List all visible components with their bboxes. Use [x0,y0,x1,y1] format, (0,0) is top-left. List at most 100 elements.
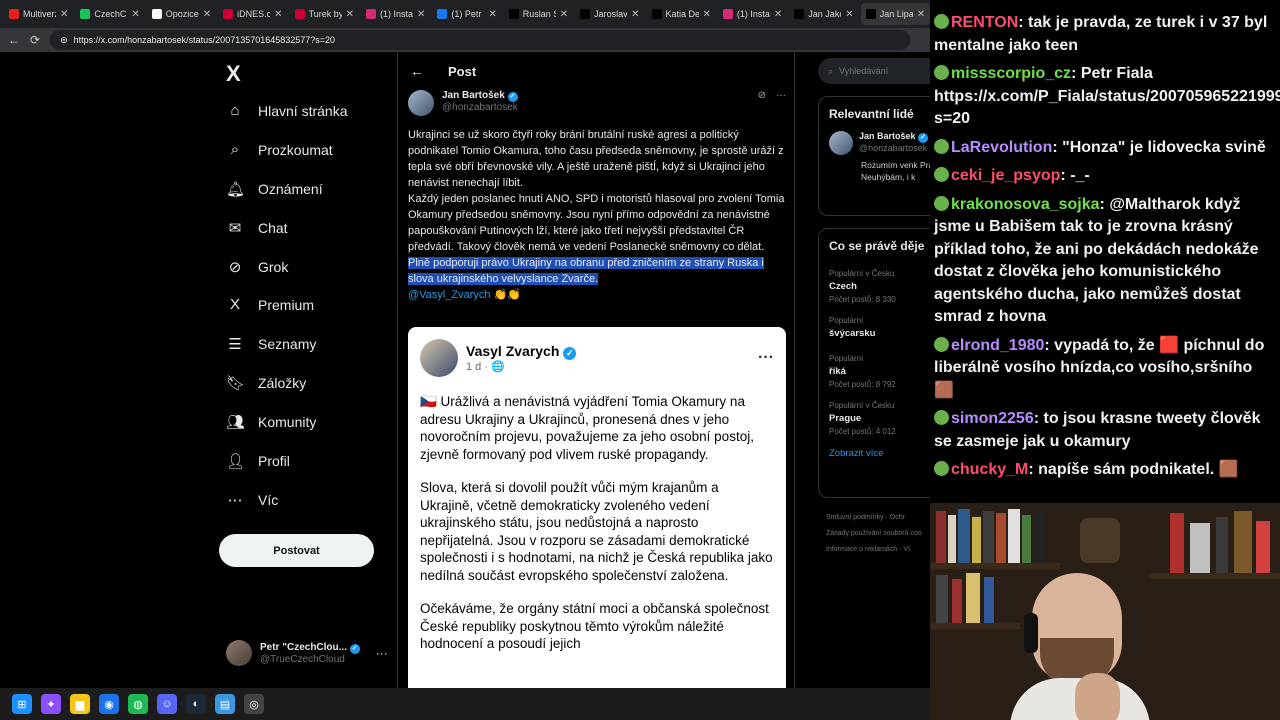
chat-message: missscorpio_cz: Petr Fiala https://x.com… [934,63,1280,131]
relevant-person-bio: Rozumím venk Pracuji pro lidi Neuhýbám, … [861,160,930,182]
trend-count: Počet postů: 8 792 [829,380,896,389]
nav-item-bookmark[interactable]: 🔖︎ Záložky [226,374,306,392]
relevant-person[interactable]: Jan Bartošek ✓ @honzabartosek [819,131,930,155]
footer-link[interactable]: Zásady používání souborů coo [826,530,922,537]
nav-item-more-circle[interactable]: ⋯ Víc [226,491,279,509]
trend-item[interactable]: Populární švýcarsku [819,310,930,348]
grok-icon[interactable]: ⊘ [758,90,766,101]
trend-item[interactable]: Populární říká Počet postů: 8 792 [819,348,930,395]
chat-text: -_- [1070,167,1090,184]
tab-favicon-icon [580,9,591,19]
tweet-author-name[interactable]: Jan Bartošek [442,90,505,101]
chat-username[interactable]: krakonosova_sojka [951,196,1100,213]
tab-close-icon[interactable]: ✕ [774,9,782,20]
nav-item-label: Chat [258,220,288,236]
back-arrow-icon[interactable]: ← [8,33,20,47]
reload-icon[interactable]: ⟳ [30,33,40,47]
tab-favicon-icon [651,9,662,19]
chat-username[interactable]: LaRevolution [951,139,1052,156]
browser-tab[interactable]: Katia Der ✕ [647,3,716,25]
chat-username[interactable]: elrond_1980 [951,337,1044,354]
nav-item-home[interactable]: ⌂ Hlavní stránka [226,102,347,119]
tweet-image-card[interactable]: Vasyl Zvarych ✓ 1 d · 🌐 ··· 🇨🇿 Urážlivá … [408,327,786,688]
steam-icon[interactable]: ◐ [186,694,206,714]
browser-tab[interactable]: (1) Insta ✕ [361,3,430,25]
tab-close-icon[interactable]: ✕ [60,9,68,20]
account-switcher[interactable]: Petr "CzechClou... ✓ @TrueCzechCloud ··· [226,640,388,666]
nav-item-bell[interactable]: 🔔︎ Oznámení [226,180,323,198]
browser-tab[interactable]: Opozice ✕ [147,3,216,25]
browser-tab[interactable]: Ruslan St ✕ [504,3,573,25]
footer-link[interactable]: Smluvní podmínky · Ochr [826,514,905,521]
chat-message: RENTON: tak je pravda, ze turek i v 37 b… [934,12,1276,57]
chat-colon: : [1052,138,1063,156]
browser-tab[interactable]: (1) Petr F ✕ [432,3,501,25]
x-logo-icon[interactable]: X [226,61,241,87]
chat-username[interactable]: ceki_je_psyop [951,167,1060,184]
tweet-mention-link[interactable]: @Vasyl_Zvarych 👏👏 [408,287,786,303]
file-explorer-icon[interactable]: ▆ [70,694,90,714]
trend-name: Prague [829,413,862,424]
tab-close-icon[interactable]: ✕ [560,9,568,20]
browser-tab[interactable]: CzechClo ✕ [75,3,144,25]
tab-close-icon[interactable]: ✕ [417,9,425,20]
chat-text: "Honza" je lidovecka svině [1062,138,1266,156]
nav-item-communities[interactable]: 👥︎ Komunity [226,413,316,431]
tab-close-icon[interactable]: ✕ [845,9,853,20]
tab-close-icon[interactable]: ✕ [131,9,139,20]
more-dots-icon[interactable]: ··· [776,90,786,101]
tab-close-icon[interactable]: ✕ [703,9,711,20]
grok-icon: ⊘ [228,259,242,276]
tweet-author-handle[interactable]: @honzabartosek [442,102,518,113]
chat-username[interactable]: RENTON [951,14,1018,31]
trend-item[interactable]: Populární v Česku Prague Počet postů: 4 01… [819,395,930,442]
notepad-icon[interactable]: ▤ [215,694,235,714]
tab-close-icon[interactable]: ✕ [917,9,925,20]
browser-tab[interactable]: (1) Instag ✕ [718,3,787,25]
bookmark-icon: 🔖︎ [226,375,246,392]
show-more-link[interactable]: Zobrazit více [819,442,930,469]
site-info-icon[interactable]: ⊜ [60,35,68,46]
page-title: Post [448,63,477,79]
copilot-icon[interactable]: ✦ [41,694,61,714]
nav-item-list[interactable]: ☰ Seznamy [226,335,316,353]
chat-username[interactable]: chucky_M [951,461,1028,478]
url-input[interactable]: ⊜ https://x.com/honzabartosek/status/200… [50,30,911,50]
nav-item-profile[interactable]: 👤︎ Profil [226,452,290,470]
chrome-icon[interactable]: ◉ [99,694,119,714]
trend-item[interactable]: Populární v Česku Czech Počet postů: 8 330 [819,263,930,310]
footer-link[interactable]: Informace o reklamách · Ví [826,546,910,553]
tab-close-icon[interactable]: ✕ [346,9,354,20]
x-page: X ⌂ Hlavní stránka ⌕ Prozkoumat 🔔︎ Oznámení ✉ C… [0,52,930,688]
more-circle-icon: ⋯ [227,492,243,509]
tweet-author-avatar[interactable] [408,90,434,116]
more-dots-icon[interactable]: ··· [376,646,388,660]
browser-tab[interactable]: Turek by ✕ [290,3,359,25]
obs-icon[interactable]: ◎ [244,694,264,714]
spotify-icon[interactable]: ◍ [128,694,148,714]
browser-tab[interactable]: Jaroslav ✕ [575,3,644,25]
nav-item-label: Premium [258,296,315,313]
nav-item-x-premium[interactable]: X Premium [226,296,314,313]
post-button[interactable]: Postovat [219,534,374,567]
nav-item-grok[interactable]: ⊘ Grok [226,258,289,276]
tab-close-icon[interactable]: ✕ [203,9,211,20]
browser-tab[interactable]: Jan Jakob ✕ [789,3,858,25]
browser-tab[interactable]: iDNES.cz✕ [218,3,287,25]
browser-tab[interactable]: Jan Lipav ✕ [860,3,931,25]
chat-username[interactable]: missscorpio_cz [951,65,1071,82]
tab-close-icon[interactable]: ✕ [631,9,639,20]
search-input[interactable]: ⌕ Vyhledávání [818,58,930,84]
tab-title: Ruslan St [522,9,556,19]
back-arrow-icon[interactable]: ← [410,63,424,79]
nav-item-mail[interactable]: ✉ Chat [226,219,288,237]
left-navigation: X ⌂ Hlavní stránka ⌕ Prozkoumat 🔔︎ Oznámení ✉ C… [218,52,388,688]
tab-close-icon[interactable]: ✕ [488,9,496,20]
nav-item-search[interactable]: ⌕ Prozkoumat [226,141,333,158]
account-handle: @TrueCzechCloud [260,653,345,665]
windows-start-icon[interactable]: ⊞ [12,694,32,714]
tab-close-icon[interactable]: ✕ [274,9,282,20]
browser-tab[interactable]: Multiverz ✕ [4,3,73,25]
chat-username[interactable]: simon2256 [951,410,1034,427]
discord-icon[interactable]: ☺ [157,694,177,714]
